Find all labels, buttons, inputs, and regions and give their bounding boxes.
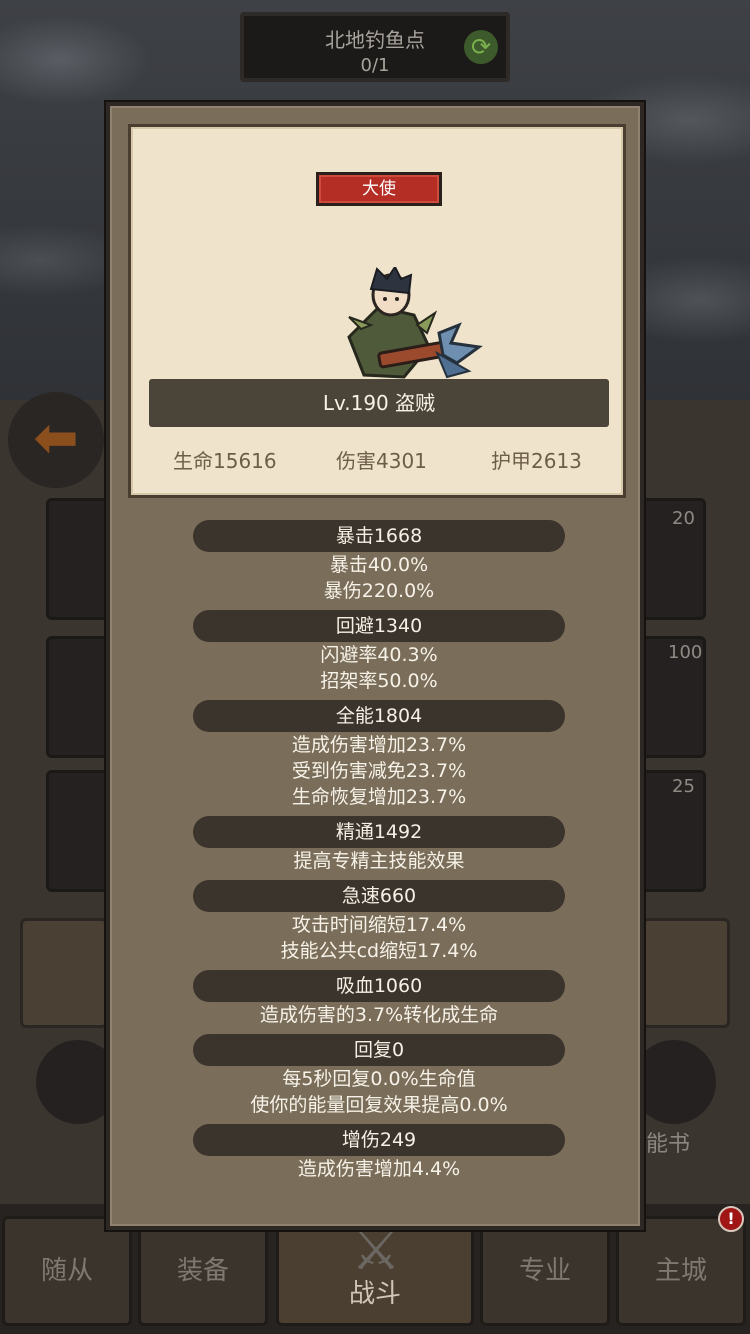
hero-card: 大使 Lv.190 盗贼 生命15616 伤害4301 护甲2613	[128, 124, 626, 498]
skill-book-label: 能书	[646, 1132, 691, 1157]
tab-main-city[interactable]: 主城	[616, 1216, 746, 1326]
equipment-slot[interactable]	[46, 636, 112, 758]
tab-followers[interactable]: 随从	[2, 1216, 132, 1326]
stat-header-damage-bonus: 增伤249	[193, 1124, 565, 1156]
damage-stat: 伤害4301	[336, 449, 427, 473]
location-panel: 北地钓鱼点 0/1 ⟳	[240, 12, 510, 82]
stat-line: 使你的能量回复效果提高0.0%	[250, 1094, 508, 1116]
slot-count: 20	[672, 508, 695, 529]
equipment-slot[interactable]	[46, 498, 112, 620]
back-arrow-icon[interactable]: ⬅	[8, 392, 104, 488]
rank-badge: 大使	[316, 172, 442, 206]
stat-line: 造成伤害增加4.4%	[297, 1158, 461, 1180]
level-banner: Lv.190 盗贼	[149, 379, 609, 427]
refresh-icon[interactable]: ⟳	[464, 30, 498, 64]
stat-header-haste: 急速660	[193, 880, 565, 912]
base-stats-row: 生命15616 伤害4301 护甲2613	[131, 445, 629, 475]
stat-line: 攻击时间缩短17.4%	[291, 914, 467, 936]
stat-header-regen: 回复0	[193, 1034, 565, 1066]
stat-header-avoidance: 回避1340	[193, 610, 565, 642]
side-card-right[interactable]	[642, 918, 730, 1028]
stat-line: 提高专精主技能效果	[293, 850, 465, 872]
stat-line: 造成伤害增加23.7%	[291, 734, 467, 756]
slot-count: 25	[672, 776, 695, 797]
stat-line: 生命恢复增加23.7%	[291, 786, 467, 808]
hero-portrait	[347, 267, 483, 379]
stat-header-mastery: 精通1492	[193, 816, 565, 848]
stat-line: 暴击40.0%	[329, 554, 429, 576]
stat-line: 受到伤害减免23.7%	[291, 760, 467, 782]
stat-header-versatility: 全能1804	[193, 700, 565, 732]
alert-badge: !	[718, 1206, 744, 1232]
slot-count: 100	[668, 642, 703, 663]
stat-line: 技能公共cd缩短17.4%	[280, 940, 478, 962]
side-card-left[interactable]	[20, 918, 108, 1028]
equipment-slot[interactable]	[46, 770, 112, 892]
stat-header-crit: 暴击1668	[193, 520, 565, 552]
life-stat: 生命15616	[173, 449, 277, 473]
stat-line: 造成伤害的3.7%转化成生命	[259, 1004, 499, 1026]
stat-line: 招架率50.0%	[320, 670, 438, 692]
stat-line: 闪避率40.3%	[320, 644, 438, 666]
secondary-stats-list: 暴击1668 暴击40.0% 暴伤220.0% 回避1340 闪避率40.3% …	[110, 520, 648, 1182]
hero-stats-panel: 大使 Lv.190 盗贼 生命15616 伤害4301 护甲2613 暴击166…	[106, 102, 644, 1230]
stat-header-lifesteal: 吸血1060	[193, 970, 565, 1002]
stat-line: 每5秒回复0.0%生命值	[282, 1068, 476, 1090]
tab-profession[interactable]: 专业	[480, 1216, 610, 1326]
stat-line: 暴伤220.0%	[323, 580, 435, 602]
location-count: 0/1	[360, 55, 390, 76]
tab-equipment[interactable]: 装备	[138, 1216, 268, 1326]
armor-stat: 护甲2613	[491, 449, 582, 473]
